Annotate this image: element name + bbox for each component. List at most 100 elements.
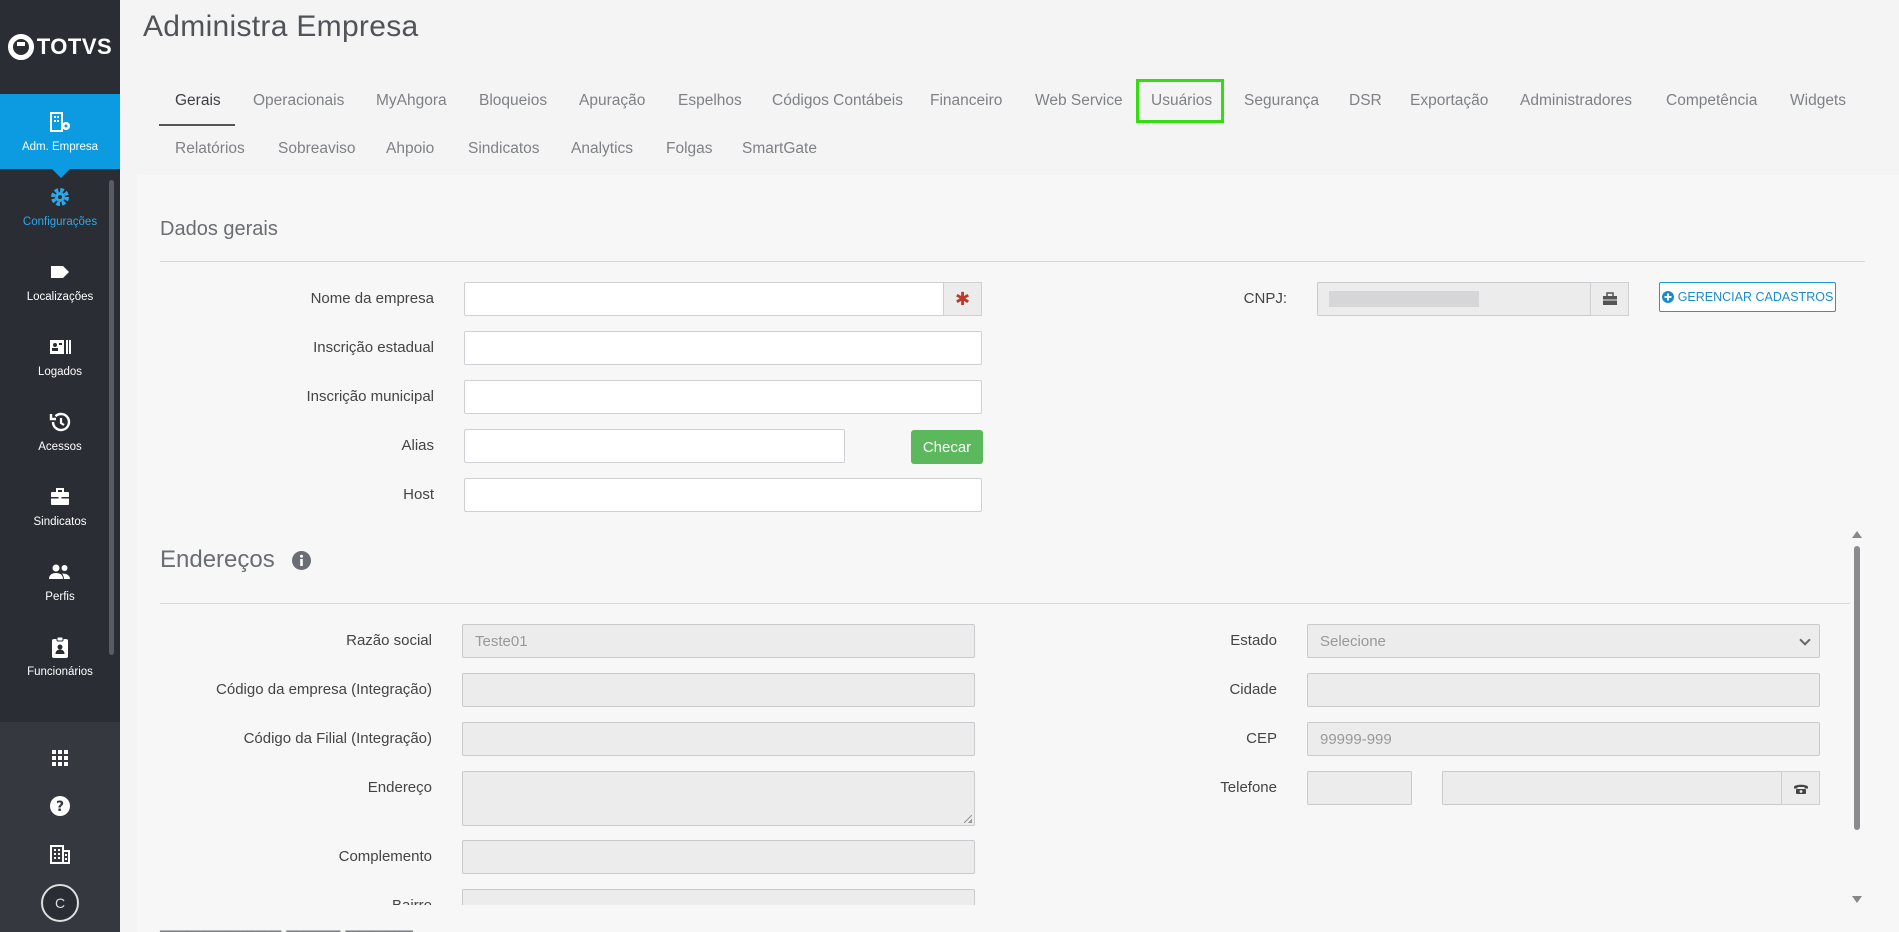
gear-icon: [51, 188, 69, 206]
sidebar-item-acessos[interactable]: Acessos: [0, 394, 120, 469]
tab-seguranca[interactable]: Segurança: [1244, 92, 1319, 110]
svg-text:?: ?: [56, 799, 64, 815]
cep-input[interactable]: 99999-999: [1307, 722, 1820, 756]
tab-administradores[interactable]: Administradores: [1520, 92, 1632, 110]
brand-name: TOTVS: [36, 34, 113, 59]
phone-icon: [1793, 784, 1808, 794]
user-avatar[interactable]: C: [41, 884, 79, 922]
complemento-input[interactable]: [462, 840, 975, 874]
tab-exportacao[interactable]: Exportação: [1410, 92, 1488, 110]
sidebar-item-sindicatos[interactable]: Sindicatos: [0, 469, 120, 544]
label-codigo-empresa: Código da empresa (Integração): [216, 681, 432, 698]
checar-button[interactable]: Checar: [911, 430, 983, 464]
briefcase-icon: [1602, 292, 1617, 305]
gerenciar-cadastros-button[interactable]: GERENCIAR CADASTROS: [1659, 282, 1836, 312]
required-indicator: ✱: [943, 282, 982, 316]
apps-grid-icon[interactable]: [48, 746, 72, 770]
inscricao-estadual-input[interactable]: [464, 331, 982, 365]
sidebar-item-label: Sindicatos: [33, 516, 87, 528]
label-alias: Alias: [401, 437, 434, 454]
telefone-addon[interactable]: [1781, 771, 1820, 805]
scroll-down-arrow[interactable]: [1852, 896, 1862, 903]
sidebar-item-label: Logados: [37, 366, 83, 378]
section-title-dados-gerais: Dados gerais: [160, 218, 278, 240]
section-title-enderecos: Endereços: [160, 546, 275, 573]
tab-codigos-contabeis[interactable]: Códigos Contábeis: [772, 92, 903, 110]
telefone-numero-input[interactable]: [1442, 771, 1782, 805]
tab-ahpoio[interactable]: Ahpoio: [386, 140, 434, 158]
label-complemento: Complemento: [338, 848, 432, 865]
host-input[interactable]: [464, 478, 982, 512]
estado-select[interactable]: Selecione: [1307, 624, 1820, 658]
info-icon[interactable]: [292, 551, 311, 570]
cidade-input[interactable]: [1307, 673, 1820, 707]
tab-smartgate[interactable]: SmartGate: [742, 140, 817, 158]
tab-analytics[interactable]: Analytics: [571, 140, 633, 158]
tab-dsr[interactable]: DSR: [1349, 92, 1382, 110]
tab-financeiro[interactable]: Financeiro: [930, 92, 1002, 110]
building-gear-icon: [50, 112, 70, 132]
tab-sobreaviso[interactable]: Sobreaviso: [278, 140, 356, 158]
help-icon[interactable]: ?: [48, 794, 72, 818]
tab-folgas[interactable]: Folgas: [666, 140, 713, 158]
cnpj-redacted-value: [1329, 291, 1479, 307]
sidebar-item-logados[interactable]: Logados: [0, 319, 120, 394]
tab-web-service[interactable]: Web Service: [1035, 92, 1123, 110]
tab-apuracao[interactable]: Apuração: [579, 92, 645, 110]
alias-input[interactable]: [464, 429, 845, 463]
sidebar: TOTVS Adm. Empresa Configurações Localiz…: [0, 0, 120, 932]
sidebar-item-adm-empresa[interactable]: Adm. Empresa: [0, 94, 120, 178]
sidebar-item-label: Perfis: [45, 591, 75, 603]
content-scrollbar-thumb[interactable]: [1854, 546, 1860, 830]
sidebar-item-funcionarios[interactable]: Funcionários: [0, 619, 120, 694]
tab-operacionais[interactable]: Operacionais: [253, 92, 344, 110]
sidebar-item-label: Localizações: [26, 291, 94, 303]
tab-relatorios[interactable]: Relatórios: [175, 140, 245, 158]
label-estado: Estado: [1230, 632, 1277, 649]
scroll-up-arrow[interactable]: [1852, 531, 1862, 538]
codigo-empresa-input[interactable]: [462, 673, 975, 707]
chevron-down-icon: [1799, 634, 1811, 646]
sidebar-scrollbar[interactable]: [109, 180, 114, 655]
tab-gerais[interactable]: Gerais: [175, 92, 221, 110]
tab-bloqueios[interactable]: Bloqueios: [479, 92, 547, 110]
sidebar-item-label: Adm. Empresa: [21, 141, 99, 153]
sidebar-item-label: Funcionários: [27, 666, 93, 678]
sidebar-item-configuracoes[interactable]: Configurações: [0, 169, 120, 244]
id-card-icon: [50, 340, 71, 354]
label-telefone: Telefone: [1220, 779, 1277, 796]
cnpj-addon[interactable]: [1590, 282, 1629, 316]
divider: [160, 261, 1865, 262]
tab-myahgora[interactable]: MyAhgora: [376, 92, 447, 110]
brand-logo[interactable]: TOTVS: [0, 0, 120, 94]
sidebar-item-localizacoes[interactable]: Localizações: [0, 244, 120, 319]
tab-sindicatos[interactable]: Sindicatos: [468, 140, 540, 158]
sidebar-item-label: Acessos: [38, 441, 82, 453]
label-host: Host: [403, 486, 434, 503]
tab-espelhos[interactable]: Espelhos: [678, 92, 742, 110]
label-cidade: Cidade: [1229, 681, 1277, 698]
tag-icon: [51, 266, 69, 278]
active-tab-indicator: [159, 124, 235, 126]
cep-placeholder: 99999-999: [1320, 731, 1392, 748]
nome-empresa-input[interactable]: [464, 282, 944, 316]
telefone-ddd-input[interactable]: [1307, 771, 1412, 805]
tab-competencia[interactable]: Competência: [1666, 92, 1757, 110]
razao-social-input[interactable]: Teste01: [462, 624, 975, 658]
estado-selected-value: Selecione: [1320, 633, 1386, 650]
briefcase-icon: [51, 488, 69, 505]
inscricao-municipal-input[interactable]: [464, 380, 982, 414]
history-icon: [49, 412, 71, 432]
clipboard-user-icon: [52, 636, 68, 658]
textarea-resize-handle[interactable]: [964, 815, 972, 823]
asterisk-icon: ✱: [954, 288, 971, 309]
company-icon[interactable]: [48, 842, 72, 866]
tab-widgets[interactable]: Widgets: [1790, 92, 1846, 110]
page-title: Administra Empresa: [143, 10, 419, 43]
endereco-textarea[interactable]: [462, 771, 975, 826]
label-inscricao-municipal: Inscrição municipal: [306, 388, 434, 405]
label-cnpj: CNPJ:: [1243, 290, 1287, 307]
codigo-filial-input[interactable]: [462, 722, 975, 756]
label-razao-social: Razão social: [346, 632, 432, 649]
sidebar-item-perfis[interactable]: Perfis: [0, 544, 120, 619]
